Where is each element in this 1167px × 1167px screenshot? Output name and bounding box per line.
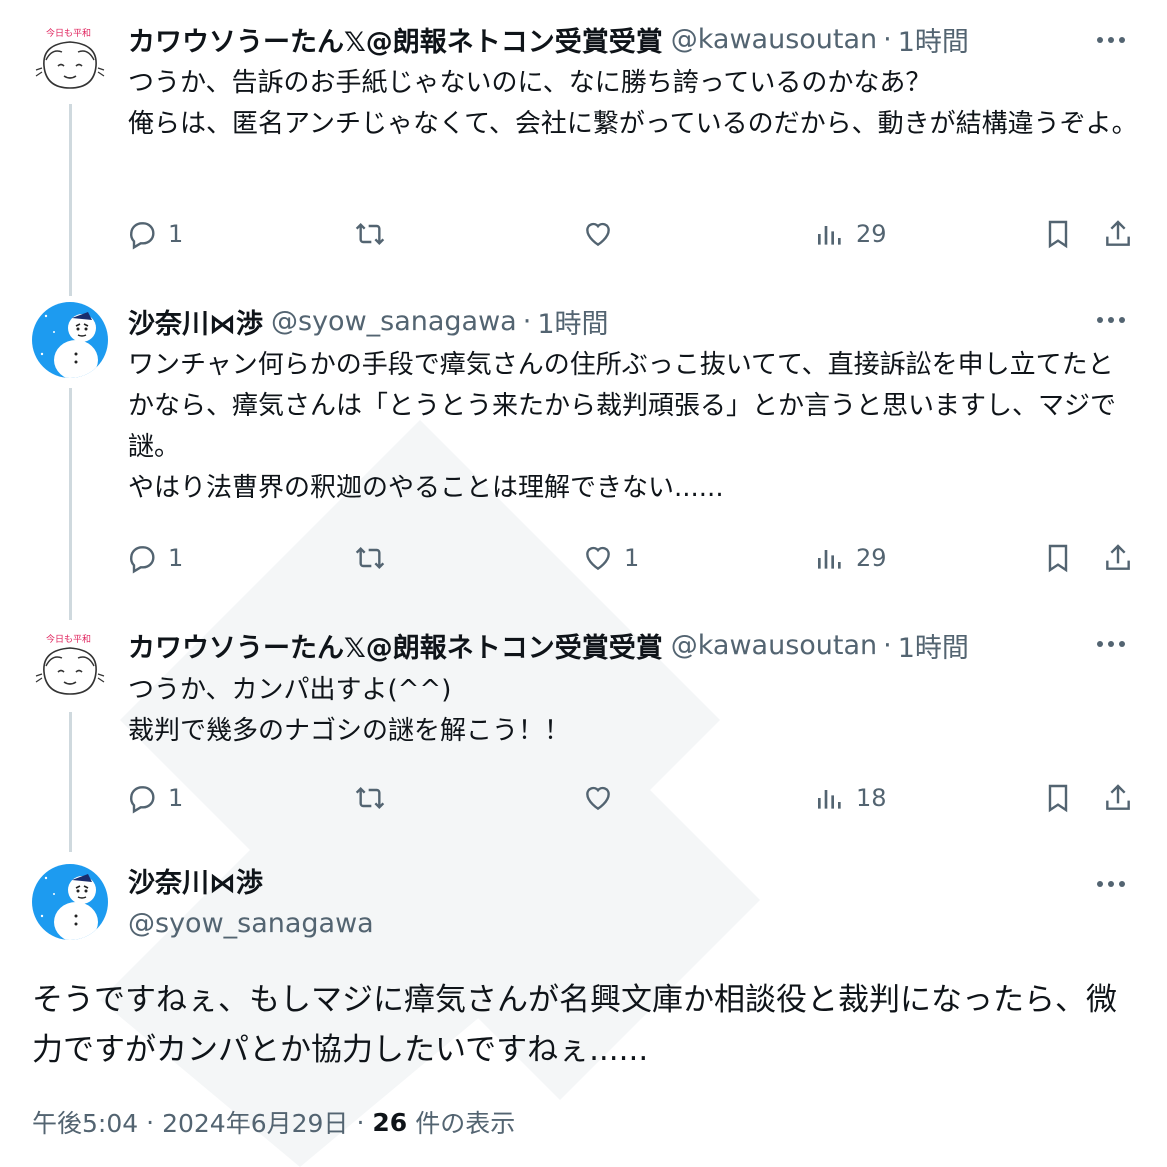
more-icon: [1097, 317, 1125, 323]
avatar[interactable]: [32, 864, 108, 940]
author-name[interactable]: カワウソうーたん𝕏@朗報ネトコン受賞受賞: [128, 20, 663, 59]
more-button[interactable]: [1091, 300, 1131, 340]
like-icon: [586, 786, 610, 811]
avatar[interactable]: 今日も平和: [32, 628, 108, 704]
tweet-line: つうか、カンパ出すよ(^^): [128, 675, 452, 705]
reply-count: 1: [168, 544, 184, 572]
views-label: 件の表示: [415, 1109, 516, 1138]
thread-line: [69, 712, 72, 852]
reply-count: 1: [168, 220, 184, 248]
retweet-button[interactable]: [354, 538, 386, 578]
like-icon: [586, 222, 610, 247]
share-button[interactable]: [1102, 778, 1134, 818]
bookmark-icon: [1048, 784, 1068, 813]
snowman-avatar-icon: [32, 864, 108, 940]
view-count: 26: [372, 1107, 408, 1137]
author-handle[interactable]: @syow_sanagawa: [128, 904, 374, 944]
like-button[interactable]: [582, 778, 624, 818]
retweet-button[interactable]: [354, 214, 386, 254]
tweet-date[interactable]: 2024年6月29日: [162, 1104, 348, 1140]
share-button[interactable]: [1102, 214, 1134, 254]
more-icon: [1097, 37, 1125, 43]
author-handle[interactable]: @syow_sanagawa: [271, 306, 517, 337]
views-icon: [818, 226, 841, 245]
tweet-text: つうか、告訴のお手紙じゃないのに、なに勝ち誇っているのかなあ？ 俺らは、匿名アン…: [128, 63, 1138, 145]
reply-button[interactable]: 1: [126, 538, 183, 578]
tweet-text: ワンチャン何らかの手段で瘴気さんの住所ぶっこ抜いてて、直接訴訟を申し立てたとかな…: [128, 345, 1138, 509]
tweet-line: 俺らは、匿名アンチじゃなくて、会社に繋がっているのだから、動きが結構違うぞよ。: [128, 109, 1138, 139]
timestamp[interactable]: 1時間: [537, 302, 608, 341]
separator: ·: [522, 305, 532, 337]
like-icon: [586, 546, 610, 571]
reply-count: 1: [168, 784, 184, 812]
reply-button[interactable]: 1: [126, 214, 183, 254]
separator: ·: [356, 1107, 365, 1137]
author-handle[interactable]: @kawausoutan: [671, 630, 877, 661]
view-count: 29: [856, 544, 887, 572]
views-button[interactable]: 29: [814, 214, 887, 254]
more-icon: [1097, 641, 1125, 647]
tweet-line: つうか、告訴のお手紙じゃないのに、なに勝ち誇っているのかなあ？: [128, 68, 932, 98]
retweet-icon: [355, 222, 385, 246]
reply-button[interactable]: 1: [126, 778, 183, 818]
svg-text:今日も平和: 今日も平和: [46, 27, 91, 39]
bookmark-button[interactable]: [1042, 778, 1074, 818]
more-button[interactable]: [1091, 864, 1131, 904]
retweet-button[interactable]: [354, 778, 386, 818]
avatar[interactable]: [32, 302, 108, 378]
views-button[interactable]: 18: [814, 778, 887, 818]
author-handle[interactable]: @kawausoutan: [671, 24, 877, 55]
reply-icon: [130, 546, 155, 574]
action-bar: 1 1 29: [126, 538, 1138, 578]
avatar[interactable]: 今日も平和: [32, 22, 108, 98]
bookmark-icon: [1048, 220, 1068, 249]
otter-avatar-icon: 今日も平和: [32, 628, 108, 704]
like-count: 1: [624, 544, 640, 572]
separator: ·: [883, 629, 892, 661]
timestamp[interactable]: 1時間: [898, 20, 969, 59]
retweet-icon: [355, 786, 385, 810]
thread-line: [69, 104, 72, 296]
bookmark-button[interactable]: [1042, 538, 1074, 578]
action-bar: 1 29: [126, 214, 1138, 254]
view-count: 29: [856, 220, 887, 248]
share-icon: [1106, 220, 1130, 246]
view-count: 18: [856, 784, 887, 812]
share-icon: [1106, 784, 1130, 810]
separator: ·: [146, 1107, 155, 1137]
svg-text:今日も平和: 今日も平和: [46, 633, 91, 645]
bookmark-icon: [1048, 544, 1068, 573]
author-name[interactable]: 沙奈川⋈渉: [128, 864, 374, 904]
tweet-line: そうですねぇ、もしマジに瘴気さんが名興文庫か相談役と裁判になったら、微力ですがカ…: [32, 982, 1117, 1068]
like-button[interactable]: 1: [582, 538, 639, 578]
timestamp[interactable]: 1時間: [898, 626, 969, 665]
reply-icon: [130, 786, 155, 814]
share-icon: [1106, 544, 1130, 570]
separator: ·: [883, 23, 892, 55]
like-button[interactable]: [582, 214, 624, 254]
more-button[interactable]: [1091, 624, 1131, 664]
share-button[interactable]: [1102, 538, 1134, 578]
tweet-text: つうか、カンパ出すよ(^^) 裁判で幾多のナゴシの謎を解こう！！: [128, 670, 1138, 752]
author-name[interactable]: 沙奈川⋈渉: [128, 302, 263, 341]
tweet-line: やはり法曹界の釈迦のやることは理解できない......: [128, 473, 724, 503]
tweet-meta: 午後5:04 · 2024年6月29日 · 26 件の表示: [32, 1102, 515, 1142]
retweet-icon: [355, 546, 385, 570]
tweet-text: そうですねぇ、もしマジに瘴気さんが名興文庫か相談役と裁判になったら、微力ですがカ…: [32, 975, 1142, 1075]
action-bar: 1 18: [126, 778, 1138, 818]
snowman-avatar-icon: [32, 302, 108, 378]
tweet-time[interactable]: 午後5:04: [32, 1104, 138, 1140]
otter-avatar-icon: 今日も平和: [32, 22, 108, 98]
views-icon: [818, 550, 841, 569]
thread-line: [69, 388, 72, 620]
bookmark-button[interactable]: [1042, 214, 1074, 254]
more-icon: [1097, 881, 1125, 887]
more-button[interactable]: [1091, 20, 1131, 60]
tweet-line: ワンチャン何らかの手段で瘴気さんの住所ぶっこ抜いてて、直接訴訟を申し立てたとかな…: [128, 350, 1117, 462]
views-icon: [818, 790, 841, 809]
reply-icon: [130, 222, 155, 250]
tweet-line: 裁判で幾多のナゴシの謎を解こう！！: [128, 716, 571, 746]
views-button[interactable]: 29: [814, 538, 887, 578]
author-name[interactable]: カワウソうーたん𝕏@朗報ネトコン受賞受賞: [128, 626, 663, 665]
